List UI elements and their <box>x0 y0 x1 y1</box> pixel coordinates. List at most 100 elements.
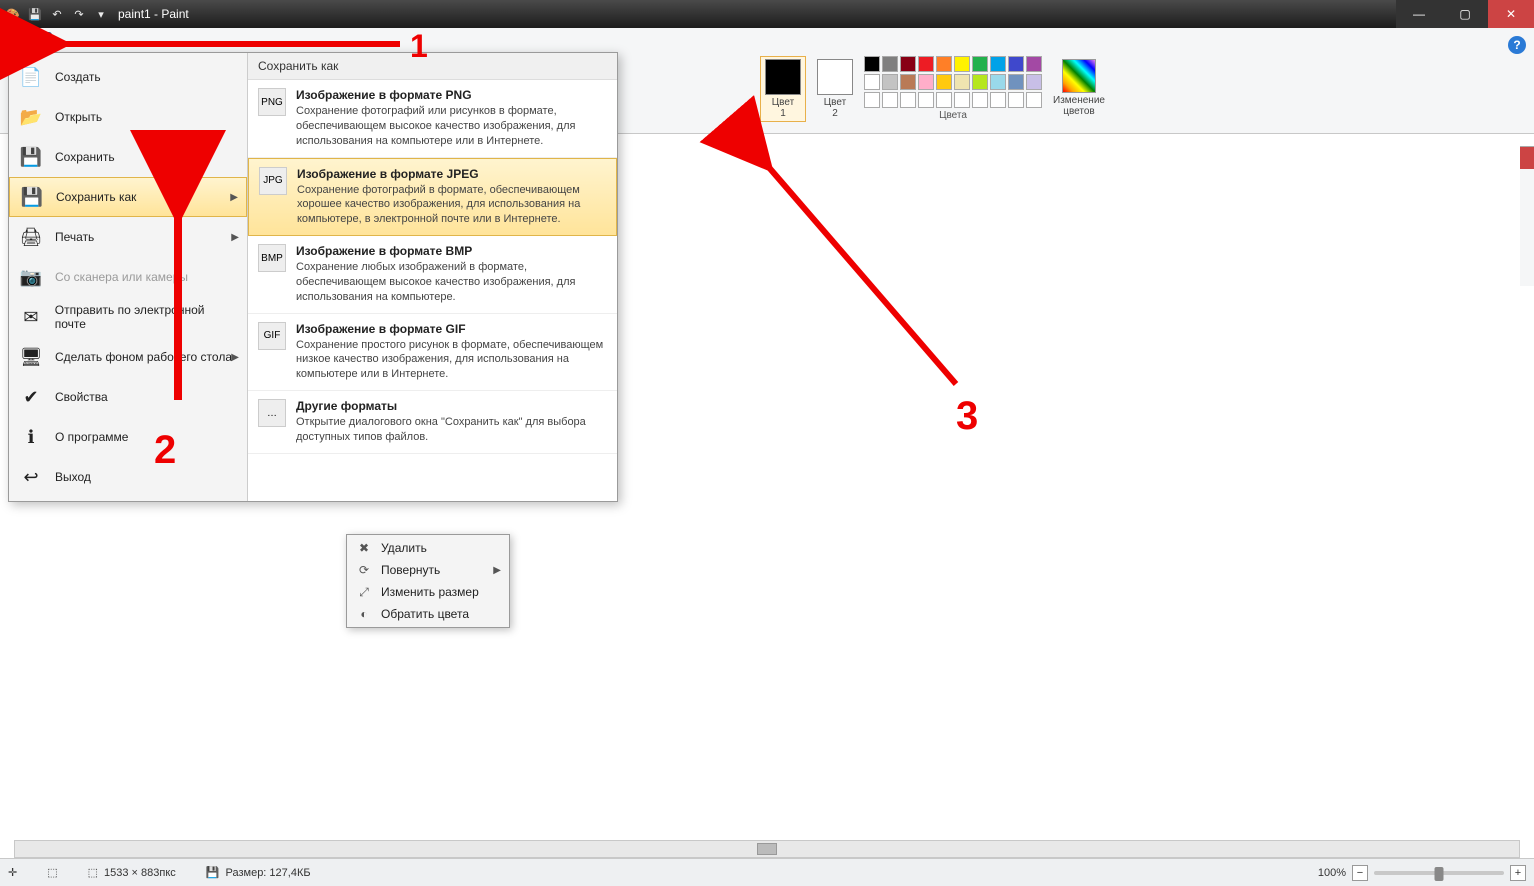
color-1-swatch <box>765 59 801 95</box>
save-format-item[interactable]: PNGИзображение в формате PNGСохранение ф… <box>248 80 617 158</box>
horizontal-scrollbar[interactable] <box>14 840 1520 858</box>
close-button[interactable]: ✕ <box>1488 0 1534 28</box>
file-menu-item-label: Сохранить <box>55 150 115 164</box>
color-swatch[interactable] <box>1026 56 1042 72</box>
file-menu-item-icon: ✔ <box>19 385 43 409</box>
redo-icon[interactable]: ↷ <box>70 5 88 23</box>
color-swatch[interactable] <box>918 56 934 72</box>
file-menu-item-icon: 🖥 <box>19 345 43 369</box>
file-menu-item-label: Со сканера или камеры <box>55 270 188 284</box>
save-as-submenu: Сохранить как PNGИзображение в формате P… <box>247 53 617 501</box>
save-format-item[interactable]: …Другие форматыОткрытие диалогового окна… <box>248 391 617 454</box>
empty-color-swatch[interactable] <box>954 92 970 108</box>
context-menu-item[interactable]: ⟳Повернуть▶ <box>349 559 507 581</box>
color-swatch[interactable] <box>990 74 1006 90</box>
color-swatch[interactable] <box>1008 56 1024 72</box>
color-palette <box>864 56 1042 108</box>
file-menu-item[interactable]: 🖨Печать▶ <box>9 217 247 257</box>
file-menu-item-icon: 🖨 <box>19 225 43 249</box>
color-swatch[interactable] <box>936 56 952 72</box>
file-menu-item[interactable]: 📄 Создать <box>9 57 247 97</box>
zoom-in-button[interactable]: + <box>1510 865 1526 881</box>
scrollbar-thumb[interactable] <box>757 843 777 855</box>
file-menu-item[interactable]: ✉Отправить по электронной почте <box>9 297 247 337</box>
color-swatch[interactable] <box>990 56 1006 72</box>
color-swatch[interactable] <box>864 56 880 72</box>
color-swatch[interactable] <box>900 74 916 90</box>
file-menu-item[interactable]: 💾Сохранить как▶ <box>9 177 247 217</box>
empty-color-swatch[interactable] <box>990 92 1006 108</box>
color-swatch[interactable] <box>972 56 988 72</box>
paint-app-icon: 🎨 <box>4 5 22 23</box>
save-icon[interactable]: 💾 <box>26 5 44 23</box>
context-menu-item[interactable]: ✖Удалить <box>349 537 507 559</box>
edit-colors-button[interactable]: Изменение цветов <box>1048 56 1110 120</box>
submenu-arrow-icon: ▶ <box>231 232 239 243</box>
window-title: paint1 - Paint <box>118 7 189 21</box>
format-title: Другие форматы <box>296 399 607 413</box>
file-menu-item-label: Создать <box>55 70 101 84</box>
minimize-button[interactable]: — <box>1396 0 1442 28</box>
edit-colors-label: Изменение цветов <box>1053 95 1105 117</box>
file-menu-item[interactable]: 🖥Сделать фоном рабочего стола▶ <box>9 337 247 377</box>
canvas-dims-icon: ⬚ <box>88 866 98 879</box>
color-swatch[interactable] <box>936 74 952 90</box>
color-swatch[interactable] <box>882 74 898 90</box>
empty-color-swatch[interactable] <box>864 92 880 108</box>
file-menu-item[interactable]: 📂Открыть <box>9 97 247 137</box>
qat-dropdown-icon[interactable]: ▾ <box>92 5 110 23</box>
selection-size-icon: ⬚ <box>47 866 57 879</box>
format-title: Изображение в формате JPEG <box>297 167 606 181</box>
color-swatch[interactable] <box>954 56 970 72</box>
file-menu-item[interactable]: 💾Сохранить <box>9 137 247 177</box>
color-swatch[interactable] <box>1026 74 1042 90</box>
format-icon: BMP <box>258 244 286 272</box>
empty-color-swatch[interactable] <box>918 92 934 108</box>
format-desc: Открытие диалогового окна "Сохранить как… <box>296 415 607 445</box>
file-menu-item-label: Выход <box>55 470 91 484</box>
file-menu-button[interactable]: ▤▾ <box>12 32 52 54</box>
file-menu-item[interactable]: ✔Свойства <box>9 377 247 417</box>
file-menu-item[interactable]: ℹО программе <box>9 417 247 457</box>
format-desc: Сохранение простого рисунок в формате, о… <box>296 338 607 383</box>
color-swatch[interactable] <box>972 74 988 90</box>
maximize-button[interactable]: ▢ <box>1442 0 1488 28</box>
file-menu-item-icon: 📄 <box>19 65 43 89</box>
zoom-out-button[interactable]: − <box>1352 865 1368 881</box>
context-menu-item[interactable]: ⤢Изменить размер <box>349 581 507 603</box>
color-1-selector[interactable]: Цвет 1 <box>760 56 806 122</box>
file-menu-item-label: Открыть <box>55 110 102 124</box>
empty-color-swatch[interactable] <box>882 92 898 108</box>
color-swatch[interactable] <box>954 74 970 90</box>
undo-icon[interactable]: ↶ <box>48 5 66 23</box>
format-icon: GIF <box>258 322 286 350</box>
empty-color-swatch[interactable] <box>1008 92 1024 108</box>
format-title: Изображение в формате GIF <box>296 322 607 336</box>
zoom-slider[interactable] <box>1374 871 1504 875</box>
empty-color-swatch[interactable] <box>972 92 988 108</box>
color-2-selector[interactable]: Цвет 2 <box>812 56 858 122</box>
save-format-item[interactable]: BMPИзображение в формате BMPСохранение л… <box>248 236 617 314</box>
save-format-item[interactable]: JPGИзображение в формате JPEGСохранение … <box>248 158 617 237</box>
context-menu-icon: ⟳ <box>355 563 373 577</box>
save-format-item[interactable]: GIF Изображение в формате GIF Сохранение п… <box>248 314 617 392</box>
context-menu-item[interactable]: ◐Обратить цвета <box>349 603 507 625</box>
help-icon[interactable]: ? <box>1508 36 1526 54</box>
canvas-dims-text: 1533 × 883пкс <box>104 867 176 879</box>
save-as-submenu-header: Сохранить как <box>248 53 617 80</box>
color-swatch[interactable] <box>882 56 898 72</box>
file-menu-item-label: Сохранить как <box>56 190 136 204</box>
color-swatch[interactable] <box>900 56 916 72</box>
file-menu-dropdown: 📄 Создать 📂Открыть💾Сохранить💾Сохранить как… <box>8 52 618 502</box>
empty-color-swatch[interactable] <box>1026 92 1042 108</box>
color-2-swatch <box>817 59 853 95</box>
file-menu-item[interactable]: ↩Выход <box>9 457 247 497</box>
empty-color-swatch[interactable] <box>936 92 952 108</box>
format-title: Изображение в формате PNG <box>296 88 607 102</box>
color-swatch[interactable] <box>1008 74 1024 90</box>
empty-color-swatch[interactable] <box>900 92 916 108</box>
context-menu-icon: ✖ <box>355 541 373 555</box>
color-swatch[interactable] <box>918 74 934 90</box>
format-icon: JPG <box>259 167 287 195</box>
color-swatch[interactable] <box>864 74 880 90</box>
